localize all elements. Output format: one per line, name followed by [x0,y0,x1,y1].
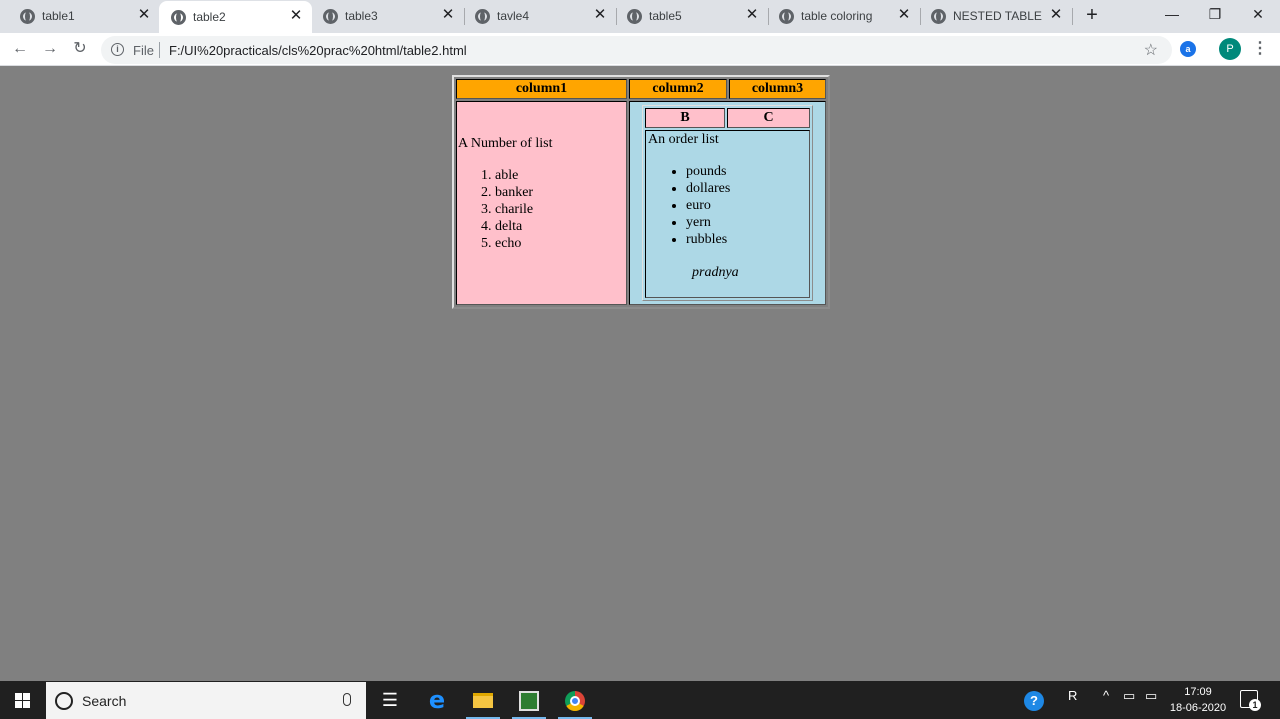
tab-table5[interactable]: table5 ✕ [615,0,769,33]
people-icon[interactable]: R [1068,688,1077,703]
scheme-label: File [133,43,154,58]
list-item: dollares [686,180,807,197]
globe-icon [475,9,490,24]
numbered-list-heading: A Number of list [458,136,553,151]
tab-title: table3 [345,9,378,23]
tab-title: table5 [649,9,682,23]
list-item: delta [495,218,626,235]
tab-table2[interactable]: table2 ✕ [159,1,312,33]
windows-logo-icon [23,693,30,700]
close-tab-icon[interactable]: ✕ [1048,7,1064,23]
close-tab-icon[interactable]: ✕ [896,7,912,23]
globe-icon [779,9,794,24]
spreadsheet-icon[interactable] [509,685,549,719]
chevron-up-icon[interactable]: ^ [1103,688,1109,703]
globe-icon [627,9,642,24]
address-bar[interactable]: i File F:/UI%20practicals/cls%20prac%20h… [101,36,1172,64]
header-column3: column3 [729,79,826,99]
list-item: charile [495,201,626,218]
task-view-icon[interactable]: ☰ [370,685,410,719]
globe-icon [931,9,946,24]
clock-time: 17:09 [1184,686,1212,698]
minimize-button[interactable]: — [1150,0,1194,30]
file-explorer-icon[interactable] [463,685,503,719]
header-column1: column1 [456,79,627,99]
url-text[interactable]: F:/UI%20practicals/cls%20prac%20html/tab… [169,43,467,58]
new-tab-button[interactable]: + [1081,4,1103,26]
taskbar-clock[interactable]: 17:09 18-06-2020 [1166,684,1230,716]
bookmark-star-icon[interactable]: ☆ [1144,40,1158,60]
inner-body-cell: An order list pounds dollares euro yern … [645,130,810,298]
taskbar: Search ☰ e [0,681,1280,719]
list-item: yern [686,214,807,231]
unordered-list: pounds dollares euro yern rubbles [648,163,807,248]
windows-start-button[interactable] [0,681,44,719]
list-item: able [495,167,626,184]
page-viewport: column1 column2 column3 A Number of list… [0,67,1280,681]
nested-table-cell: B C An order list pounds dollares euro y… [629,101,826,305]
list-item: banker [495,184,626,201]
windows-logo-icon [15,701,22,708]
signature-text: pradnya [692,265,739,280]
microphone-icon[interactable] [343,693,351,706]
tab-title: table coloring [801,9,873,23]
cortana-icon [55,692,73,710]
restore-button[interactable]: ❐ [1193,0,1237,30]
globe-icon [20,9,35,24]
tab-title: table1 [42,9,75,23]
browser-toolbar: ← → ↻ i File F:/UI%20practicals/cls%20pr… [0,33,1280,66]
list-item: pounds [686,163,807,180]
extension-icon[interactable]: a [1180,41,1196,57]
tab-table1[interactable]: table1 ✕ [8,0,160,33]
close-tab-icon[interactable]: ✕ [288,8,304,24]
chrome-icon[interactable] [555,685,595,719]
list-item: rubbles [686,231,807,248]
tab-title: NESTED TABLE [953,9,1042,23]
close-window-button[interactable]: ✕ [1236,0,1280,30]
list-item: echo [495,235,626,252]
globe-icon [171,10,186,25]
tab-strip: table1 ✕ table2 ✕ table3 ✕ tavle4 ✕ tabl… [0,0,1280,33]
tab-nested-table[interactable]: NESTED TABLE ✕ [919,0,1073,33]
edge-icon[interactable]: e [417,685,457,719]
browser-menu-icon[interactable]: ⋮ [1252,38,1268,60]
search-placeholder: Search [82,693,127,709]
forward-button[interactable]: → [39,38,61,60]
clock-date: 18-06-2020 [1169,702,1227,714]
tab-table-coloring[interactable]: table coloring ✕ [767,0,921,33]
profile-avatar[interactable]: P [1219,38,1241,60]
inner-table: B C An order list pounds dollares euro y… [642,105,813,301]
close-tab-icon[interactable]: ✕ [136,7,152,23]
unordered-list-heading: An order list [648,132,719,147]
tab-table3[interactable]: table3 ✕ [311,0,465,33]
reload-button[interactable]: ↻ [69,38,91,60]
globe-icon [323,9,338,24]
address-divider [159,42,160,58]
windows-logo-icon [15,693,22,700]
tab-separator [1072,8,1073,25]
outer-table: column1 column2 column3 A Number of list… [452,75,830,309]
tab-tavle4[interactable]: tavle4 ✕ [463,0,617,33]
numbered-list-cell: A Number of list able banker charile del… [456,101,627,305]
windows-logo-icon [23,701,30,708]
close-tab-icon[interactable]: ✕ [440,7,456,23]
ordered-list: able banker charile delta echo [457,167,626,252]
header-column2: column2 [629,79,727,99]
header-b: B [645,108,725,128]
header-c: C [727,108,810,128]
info-icon[interactable]: i [111,43,124,56]
close-tab-icon[interactable]: ✕ [744,7,760,23]
help-icon[interactable]: ? [1024,691,1044,711]
notification-badge: 1 [1249,699,1261,711]
back-button[interactable]: ← [9,38,31,60]
close-tab-icon[interactable]: ✕ [592,7,608,23]
tab-title: tavle4 [497,9,530,23]
tab-title: table2 [193,10,226,24]
taskbar-search-box[interactable]: Search [46,682,366,719]
list-item: euro [686,197,807,214]
battery-icon[interactable]: ▭ [1145,688,1157,704]
network-icon[interactable]: ▭ [1123,688,1135,704]
